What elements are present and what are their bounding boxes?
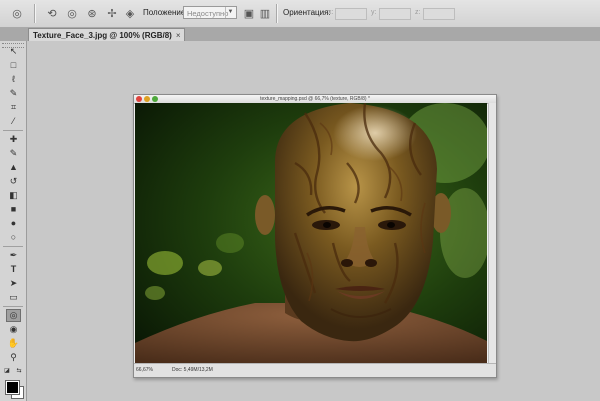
position-select-value: Недоступно xyxy=(187,9,229,18)
hand-tool-icon[interactable]: ✋ xyxy=(6,337,21,350)
3d-drag-icon[interactable]: ⊛ xyxy=(84,6,100,21)
move-tool-icon[interactable]: ↖ xyxy=(6,45,21,58)
delete-view-icon[interactable]: ▥ xyxy=(257,6,273,21)
tool-preset-picker-icon[interactable]: ◎ xyxy=(6,6,28,21)
eraser-tool-icon[interactable]: ◧ xyxy=(6,189,21,202)
gradient-tool-icon[interactable]: ■ xyxy=(6,203,21,216)
tools-separator xyxy=(3,306,23,307)
orientation-x-label: x: xyxy=(328,9,334,16)
history-brush-tool-icon[interactable]: ↺ xyxy=(6,175,21,188)
foreground-color-swatch[interactable] xyxy=(5,380,20,395)
marquee-tool-icon[interactable]: □ xyxy=(6,59,21,72)
tools-separator xyxy=(3,130,23,131)
document-size-info[interactable]: Doc: 5,49M/13,2M xyxy=(172,367,213,373)
3d-roll-icon[interactable]: ◎ xyxy=(64,6,80,21)
chevron-down-icon: ▼ xyxy=(225,7,235,18)
document-tab-label: Texture_Face_3.jpg @ 100% (RGB/8) xyxy=(33,30,172,40)
eyedropper-tool-icon[interactable]: ⁄ xyxy=(6,115,21,128)
clone-stamp-tool-icon[interactable]: ▲ xyxy=(6,161,21,174)
document-tab-bar: Texture_Face_3.jpg @ 100% (RGB/8) × xyxy=(0,28,600,41)
zoom-level-field[interactable]: 66,67% xyxy=(136,367,153,373)
dodge-tool-icon[interactable]: ○ xyxy=(6,231,21,244)
orientation-y-label: y: xyxy=(371,9,377,16)
lasso-tool-icon[interactable]: ℓ xyxy=(6,73,21,86)
tools-panel: ↖ □ ℓ ✎ ⌗ ⁄ ✚ ✎ ▲ ↺ ◧ ■ ● ○ ✒ T ➤ ▭ ◎ ◉ … xyxy=(0,41,27,401)
3d-rotate-icon[interactable]: ⟲ xyxy=(44,6,60,21)
options-separator xyxy=(276,4,278,23)
orientation-x-field[interactable] xyxy=(335,8,367,20)
orientation-z-field[interactable] xyxy=(423,8,455,20)
zoom-tool-icon[interactable]: ⚲ xyxy=(6,351,21,364)
shape-tool-icon[interactable]: ▭ xyxy=(6,291,21,304)
orientation-y-field[interactable] xyxy=(379,8,411,20)
3d-rotate-tool-icon[interactable]: ◎ xyxy=(6,309,21,322)
canvas-image[interactable] xyxy=(135,103,487,363)
orientation-z-label: z: xyxy=(415,9,421,16)
3d-scale-icon[interactable]: ◈ xyxy=(122,6,138,21)
pen-tool-icon[interactable]: ✒ xyxy=(6,249,21,262)
blur-tool-icon[interactable]: ● xyxy=(6,217,21,230)
quick-selection-tool-icon[interactable]: ✎ xyxy=(6,87,21,100)
orientation-label: Ориентация: xyxy=(283,8,331,17)
options-separator xyxy=(34,4,36,23)
brush-tool-icon[interactable]: ✎ xyxy=(6,147,21,160)
vertical-scrollbar[interactable] xyxy=(488,103,496,363)
tools-separator xyxy=(3,246,23,247)
crop-tool-icon[interactable]: ⌗ xyxy=(6,101,21,114)
close-icon[interactable]: × xyxy=(176,31,181,40)
document-window: texture_mapping.psd @ 66,7% (texture, RG… xyxy=(133,94,497,378)
default-colors-icon[interactable]: ◪ xyxy=(3,367,11,375)
position-select[interactable]: Недоступно ▼ xyxy=(183,6,237,19)
type-tool-icon[interactable]: T xyxy=(6,263,21,276)
save-view-icon[interactable]: ▣ xyxy=(241,6,257,21)
swap-colors-icon[interactable]: ⇆ xyxy=(15,367,23,375)
textured-face-photo xyxy=(135,103,487,363)
document-status-bar: 66,67% Doc: 5,49M/13,2M xyxy=(134,363,496,377)
options-bar: ◎ ⟲ ◎ ⊛ ✢ ◈ Положение: Недоступно ▼ ▣ ▥ … xyxy=(0,0,600,28)
healing-brush-tool-icon[interactable]: ✚ xyxy=(6,133,21,146)
3d-slide-icon[interactable]: ✢ xyxy=(104,6,120,21)
path-selection-tool-icon[interactable]: ➤ xyxy=(6,277,21,290)
position-label: Положение: xyxy=(143,8,188,17)
3d-camera-tool-icon[interactable]: ◉ xyxy=(6,323,21,336)
document-tab[interactable]: Texture_Face_3.jpg @ 100% (RGB/8) × xyxy=(28,28,186,41)
document-title: texture_mapping.psd @ 66,7% (texture, RG… xyxy=(260,96,370,102)
